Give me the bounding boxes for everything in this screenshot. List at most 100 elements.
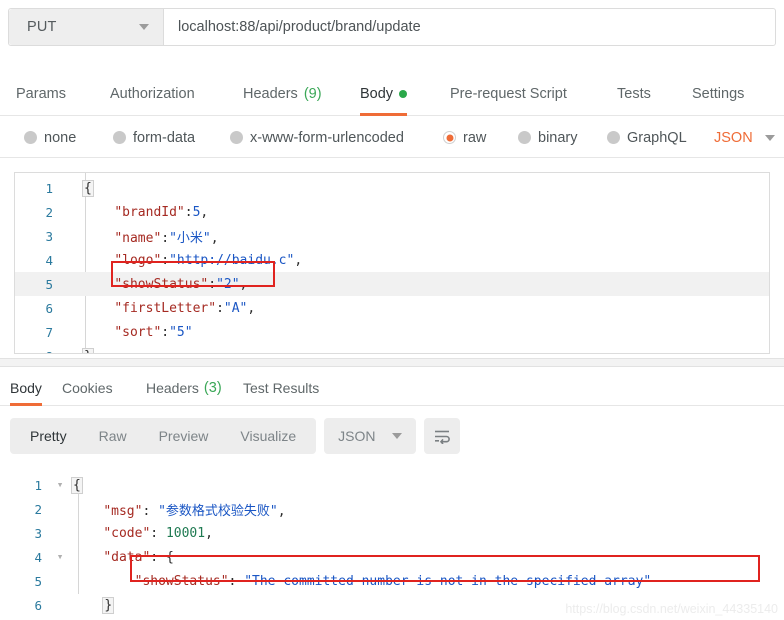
line-number: 3 (34, 525, 42, 541)
fold-chevron-icon[interactable]: ▾ (52, 473, 68, 497)
code-line[interactable]: 3 "code": 10001, (0, 521, 784, 545)
code-line[interactable]: 1 ▾{ (0, 473, 784, 497)
tab-label: Params (16, 85, 66, 102)
radio-icon[interactable] (518, 131, 531, 144)
json-key: "showStatus" (114, 276, 209, 292)
brace-token: } (102, 596, 115, 614)
json-key: "msg" (103, 503, 143, 519)
json-separator: : (184, 204, 193, 220)
body-mode-none[interactable]: none (24, 130, 76, 146)
code-line[interactable]: 2 "msg": "参数格式校验失败", (0, 497, 784, 521)
word-wrap-icon (434, 430, 450, 444)
code-line[interactable]: 3 "name":"小米", (15, 224, 769, 248)
request-tab-body[interactable]: Body (360, 72, 408, 116)
response-tab-test-results[interactable]: Test Results (243, 370, 319, 406)
json-punctuation: , (239, 276, 248, 292)
json-value: "A" (223, 300, 248, 316)
body-mode-form-data[interactable]: form-data (113, 130, 195, 146)
code-text: } (68, 596, 115, 614)
postman-window: PUT localhost:88/api/product/brand/updat… (0, 0, 784, 620)
code-text: "code": 10001, (68, 526, 213, 541)
tab-label: Test Results (243, 379, 320, 396)
code-line[interactable]: 7 "sort":"5" (15, 320, 769, 344)
code-line[interactable]: 2 "brandId":5, (15, 200, 769, 224)
request-tab-headers[interactable]: Headers (9) (243, 72, 322, 116)
json-punctuation: , (210, 230, 219, 246)
code-line[interactable]: 5 "showStatus":"2", (15, 272, 769, 296)
brace-token: } (82, 347, 94, 353)
request-tab-params[interactable]: Params (16, 72, 66, 116)
request-tab-pre-request-script[interactable]: Pre-request Script (450, 72, 567, 116)
tab-label: Headers (146, 379, 199, 396)
response-header-count-badge: (3) (203, 379, 222, 396)
json-punctuation: , (277, 503, 286, 519)
code-line[interactable]: 6 "firstLetter":"A", (15, 296, 769, 320)
body-mode-x-www-form-urlencoded[interactable]: x-www-form-urlencoded (230, 130, 404, 146)
json-value: "5" (169, 324, 193, 340)
request-tab-bar: Params Authorization Headers (9) Body Pre-req… (0, 72, 784, 116)
code-line[interactable]: 8} (15, 344, 769, 353)
request-body-editor[interactable]: 1{2 "brandId":5, 3 "name":"小米", 4 "logo":"… (14, 172, 770, 354)
radio-icon[interactable] (607, 131, 620, 144)
tab-label: Headers (243, 85, 298, 102)
json-separator: : (161, 324, 170, 340)
radio-icon[interactable] (113, 131, 126, 144)
fold-chevron-icon[interactable]: ▾ (52, 545, 68, 569)
line-number: 6 (45, 300, 53, 316)
json-key: "showStatus" (134, 573, 229, 589)
tab-label: Cookies (62, 379, 113, 396)
code-line[interactable]: 4 "logo":"http://baidu.c", (15, 248, 769, 272)
response-view-pretty[interactable]: Pretty (14, 418, 83, 454)
response-tab-body[interactable]: Body (10, 370, 42, 406)
request-tab-settings[interactable]: Settings (692, 72, 744, 116)
code-text: "data": { (68, 550, 173, 565)
radio-icon[interactable] (443, 131, 456, 144)
body-mode-row: none form-data x-www-form-urlencoded raw bin… (0, 118, 784, 158)
line-number: 2 (45, 204, 53, 220)
response-view-visualize[interactable]: Visualize (224, 418, 312, 454)
code-line[interactable]: 4 ▾ "data": { (0, 545, 784, 569)
request-url-input[interactable]: localhost:88/api/product/brand/update (164, 9, 775, 45)
body-mode-label: none (44, 129, 77, 146)
code-text: "showStatus": "The committed number is n… (68, 573, 652, 589)
response-tab-cookies[interactable]: Cookies (62, 370, 113, 406)
request-tab-tests[interactable]: Tests (617, 72, 651, 116)
response-tab-headers[interactable]: Headers (3) (146, 370, 222, 406)
request-url-text: localhost:88/api/product/brand/update (178, 19, 421, 35)
response-view-raw[interactable]: Raw (83, 418, 143, 454)
body-mode-raw[interactable]: raw (443, 130, 486, 146)
response-view-toolbar: Pretty Raw Preview Visualize JSON (10, 418, 460, 454)
tab-label: Body (360, 85, 394, 102)
json-key: "logo" (114, 252, 162, 268)
json-separator: : (142, 503, 159, 519)
json-key: "name" (114, 230, 162, 246)
response-body-editor[interactable]: 1 ▾{2 "msg": "参数格式校验失败", 3 "code": 10001, 4… (0, 470, 784, 620)
http-method-select[interactable]: PUT (9, 9, 164, 45)
word-wrap-button[interactable] (423, 418, 460, 454)
panel-divider[interactable] (0, 358, 784, 367)
response-format-select[interactable]: JSON (324, 418, 416, 454)
tab-label: Tests (617, 85, 651, 102)
body-mode-label: x-www-form-urlencoded (250, 129, 404, 146)
json-value: "参数格式校验失败" (158, 503, 278, 519)
code-text: "sort":"5" (79, 324, 193, 340)
json-punctuation: , (205, 525, 213, 541)
raw-content-type-select[interactable]: JSON (714, 130, 775, 146)
radio-icon[interactable] (24, 131, 37, 144)
code-text: "firstLetter":"A", (79, 301, 255, 316)
response-view-preview[interactable]: Preview (143, 418, 225, 454)
request-tab-authorization[interactable]: Authorization (110, 72, 195, 116)
line-number: 6 (34, 597, 42, 613)
body-mode-graphql[interactable]: GraphQL (607, 130, 687, 146)
body-mode-label: form-data (133, 129, 196, 146)
line-number: 1 (34, 477, 42, 493)
code-line[interactable]: 5 "showStatus": "The committed number is… (0, 569, 784, 593)
body-mode-binary[interactable]: binary (518, 130, 578, 146)
chevron-down-icon (391, 433, 402, 439)
radio-icon[interactable] (230, 131, 243, 144)
response-format-label: JSON (338, 428, 376, 444)
code-line[interactable]: 1{ (15, 176, 769, 200)
active-tab-underline (10, 402, 42, 406)
body-present-dot-icon (399, 89, 408, 98)
json-value: "The committed number is not in the spec… (244, 573, 652, 589)
